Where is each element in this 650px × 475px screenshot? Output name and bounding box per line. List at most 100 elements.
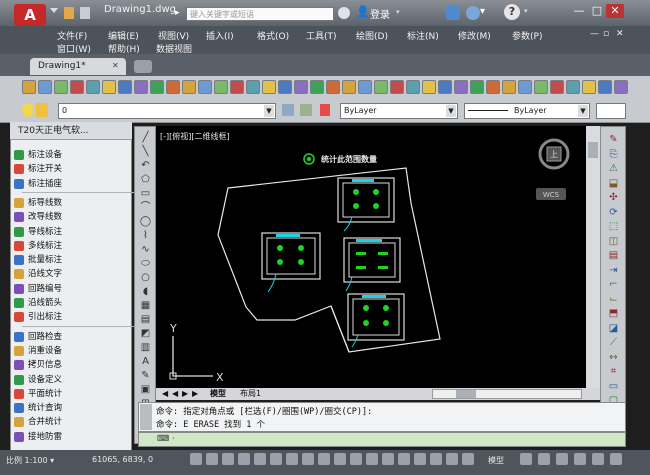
palette-item[interactable]: 沿线文字: [14, 267, 62, 281]
search-arrow-icon[interactable]: ▸: [175, 8, 180, 18]
annotation-text[interactable]: 统计此范围数量: [321, 154, 377, 165]
palette-item[interactable]: 改导线数: [14, 210, 62, 224]
menu-draw[interactable]: 绘图(D): [356, 29, 388, 42]
doc-minimize-button[interactable]: —: [590, 29, 599, 39]
layout-icon[interactable]: [520, 453, 532, 465]
redo-icon[interactable]: [102, 80, 116, 94]
offset-icon[interactable]: ⬓: [607, 177, 620, 190]
layout-nav-first[interactable]: ◀: [162, 389, 168, 399]
pan-icon[interactable]: [118, 80, 132, 94]
palette-item[interactable]: 导线标注: [14, 225, 62, 239]
hatch-icon[interactable]: ▦: [139, 299, 152, 312]
new-icon[interactable]: [342, 80, 356, 94]
palette-item[interactable]: 拷贝信息: [14, 358, 62, 372]
workspace-icon[interactable]: [574, 453, 586, 465]
properties-icon[interactable]: [470, 80, 484, 94]
palette-item[interactable]: 批量标注: [14, 253, 62, 267]
qp-toggle-icon[interactable]: [350, 453, 362, 465]
properties-icon[interactable]: [150, 80, 164, 94]
command-input[interactable]: ⌨ ·: [138, 432, 626, 447]
palette-item[interactable]: 平面统计: [14, 387, 62, 401]
command-window-grip[interactable]: [140, 404, 152, 430]
match-icon[interactable]: [166, 80, 180, 94]
align-icon[interactable]: ▭: [607, 380, 620, 393]
layout-nav-next[interactable]: ▶: [182, 389, 188, 399]
lock-icon[interactable]: [592, 453, 604, 465]
print-icon[interactable]: [230, 80, 244, 94]
exchange-icon[interactable]: [446, 6, 460, 20]
save-icon[interactable]: [54, 80, 68, 94]
menu-edit[interactable]: 编辑(E): [108, 29, 139, 42]
application-menu-button[interactable]: A: [14, 4, 46, 26]
layer-freeze-icon[interactable]: [36, 103, 48, 117]
table-icon[interactable]: ▥: [139, 341, 152, 354]
undo-icon[interactable]: [566, 80, 580, 94]
insert-icon[interactable]: ✎: [139, 369, 152, 382]
room-bottom[interactable]: [347, 293, 405, 348]
palette-item[interactable]: 接地防雷: [14, 430, 62, 444]
erase-icon[interactable]: ✎: [607, 133, 620, 146]
ortho-toggle-icon[interactable]: [430, 453, 442, 465]
lineweight-dropdown[interactable]: [596, 103, 626, 119]
horizontal-scroll-thumb[interactable]: [456, 390, 476, 398]
polar-toggle-icon[interactable]: [238, 453, 250, 465]
dyn-toggle-icon[interactable]: [302, 453, 314, 465]
revcloud-icon[interactable]: ⌇: [139, 229, 152, 242]
ducs-toggle-icon[interactable]: [286, 453, 298, 465]
trim-icon[interactable]: ⇥: [607, 264, 620, 277]
save-icon[interactable]: [374, 80, 388, 94]
doc-close-button[interactable]: ✕: [616, 29, 624, 39]
lengthen-icon[interactable]: ↔: [607, 351, 620, 364]
point-icon[interactable]: ▣: [139, 383, 152, 396]
vertical-scroll-thumb[interactable]: [588, 142, 598, 158]
snap-toggle-icon[interactable]: [206, 453, 218, 465]
gradient-icon[interactable]: ▤: [139, 313, 152, 326]
save-icon[interactable]: [534, 80, 548, 94]
ellipse-arc-icon[interactable]: ○: [139, 271, 152, 284]
menu-file[interactable]: 文件(F): [57, 29, 87, 42]
help-icon[interactable]: ?: [504, 4, 520, 20]
pan-icon[interactable]: [438, 80, 452, 94]
region-icon[interactable]: ◩: [139, 327, 152, 340]
open-icon[interactable]: [518, 80, 532, 94]
line-icon[interactable]: ╱: [139, 131, 152, 144]
horizontal-scrollbar[interactable]: [432, 389, 582, 399]
redo-icon[interactable]: [262, 80, 276, 94]
break-icon[interactable]: ⌙: [607, 293, 620, 306]
palette-item[interactable]: 回路检查: [14, 330, 62, 344]
menu-insert[interactable]: 插入(I): [206, 29, 234, 42]
layer-previous-icon[interactable]: [300, 104, 312, 116]
new-icon[interactable]: [502, 80, 516, 94]
layer-dropdown[interactable]: 0 ▼: [58, 103, 276, 119]
copy-icon[interactable]: ⎘: [607, 148, 620, 161]
osnap-toggle-icon[interactable]: [462, 453, 474, 465]
palette-item[interactable]: 多线标注: [14, 239, 62, 253]
help-dropdown-icon[interactable]: ▾: [524, 7, 528, 15]
fillet-icon[interactable]: ⟋: [607, 336, 620, 349]
user-icon[interactable]: 👤: [356, 5, 370, 19]
annotation-icon[interactable]: [556, 453, 568, 465]
color-dropdown[interactable]: ByLayer ▼: [340, 103, 458, 119]
save-icon[interactable]: [214, 80, 228, 94]
transparency-toggle-icon[interactable]: [334, 453, 346, 465]
maximize-button[interactable]: □: [588, 4, 606, 18]
palette-item[interactable]: 引出标注: [14, 310, 62, 324]
redo-icon[interactable]: [582, 80, 596, 94]
block-icon[interactable]: ◖: [139, 285, 152, 298]
zoom-icon[interactable]: [134, 80, 148, 94]
match-icon[interactable]: [326, 80, 340, 94]
move-icon[interactable]: ✣: [607, 191, 620, 204]
mirror-icon[interactable]: ⚠: [607, 162, 620, 175]
boundary-segment[interactable]: [330, 305, 350, 353]
open-icon[interactable]: [358, 80, 372, 94]
polyline-icon[interactable]: ↶: [139, 159, 152, 172]
extend-icon[interactable]: ⌐: [607, 278, 620, 291]
array-icon[interactable]: ◫: [607, 235, 620, 248]
ortho-toggle-icon[interactable]: [222, 453, 234, 465]
doc-restore-button[interactable]: ▫: [603, 29, 609, 39]
open-icon[interactable]: [198, 80, 212, 94]
menu-dimension[interactable]: 标注(N): [407, 29, 439, 42]
join-icon[interactable]: ⬒: [607, 307, 620, 320]
zoom-icon[interactable]: [614, 80, 628, 94]
tab-close-icon[interactable]: ✕: [112, 61, 119, 70]
